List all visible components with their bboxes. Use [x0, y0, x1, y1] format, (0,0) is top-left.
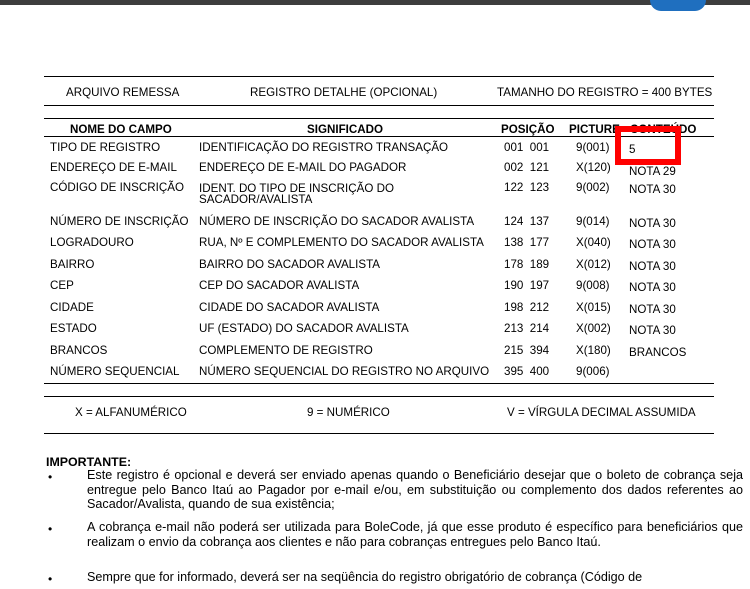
row-posicao: 198 212 — [504, 301, 550, 314]
row-conteudo: NOTA 30 — [629, 303, 676, 316]
row-campo: LOGRADOURO — [50, 236, 134, 249]
row-campo: NÚMERO SEQUENCIAL — [50, 365, 180, 378]
row-posicao: 124 137 — [504, 215, 550, 228]
legend-bottom-rule — [44, 433, 714, 434]
row-significado: IDENTIFICAÇÃO DO REGISTRO TRANSAÇÃO — [199, 141, 449, 154]
row-posicao: 215 394 — [504, 344, 550, 357]
row-conteudo: NOTA 30 — [629, 238, 676, 251]
bullet-glyph: • — [48, 522, 53, 536]
row-picture: 9(002) — [576, 181, 610, 194]
col-header-nome: NOME DO CAMPO — [70, 123, 172, 136]
legend-numerico: 9 = NUMÉRICO — [307, 406, 390, 419]
row-campo: CIDADE — [50, 301, 94, 314]
row-campo: TIPO DE REGISTRO — [50, 141, 161, 154]
legend-top-rule — [44, 396, 714, 397]
row-conteudo: NOTA 30 — [629, 260, 676, 273]
row-picture: 9(014) — [576, 215, 610, 228]
row-conteudo: NOTA 29 — [629, 165, 676, 178]
header-top-rule — [44, 76, 714, 77]
row-significado: IDENT. DO TIPO DE INSCRIÇÃO DO SACADOR/A… — [199, 182, 394, 206]
header-bottom-rule — [44, 105, 714, 106]
row-picture: X(012) — [576, 258, 611, 271]
table-header-rule — [44, 136, 714, 137]
header-tamanho-registro: TAMANHO DO REGISTRO = 400 BYTES — [497, 86, 713, 99]
viewer-toolbar-button[interactable] — [650, 0, 706, 11]
conteudo-highlight-box — [615, 126, 681, 165]
col-header-posicao: POSIÇÃO — [501, 123, 555, 136]
row-campo: BRANCOS — [50, 344, 108, 357]
row-significado: RUA, Nº E COMPLEMENTO DO SACADOR AVALIST… — [199, 236, 484, 249]
important-bullet: Este registro é opcional e deverá ser en… — [87, 468, 743, 512]
bullet-glyph: • — [48, 470, 53, 484]
row-campo: CEP — [50, 279, 74, 292]
row-significado: UF (ESTADO) DO SACADOR AVALISTA — [199, 322, 409, 335]
row-conteudo: NOTA 30 — [629, 183, 676, 196]
row-conteudo: NOTA 30 — [629, 281, 676, 294]
legend-alfanumerico: X = ALFANUMÉRICO — [75, 406, 187, 419]
row-picture: 9(008) — [576, 279, 610, 292]
row-significado: CEP DO SACADOR AVALISTA — [199, 279, 360, 292]
row-significado: NÚMERO SEQUENCIAL DO REGISTRO NO ARQUIVO — [199, 365, 490, 378]
row-campo: ESTADO — [50, 322, 97, 335]
header-arquivo-remessa: ARQUIVO REMESSA — [66, 86, 180, 99]
legend-virgula-decimal: V = VÍRGULA DECIMAL ASSUMIDA — [507, 406, 696, 419]
table-bottom-rule — [44, 383, 714, 384]
row-posicao: 395 400 — [504, 365, 550, 378]
row-picture: X(120) — [576, 161, 611, 174]
row-picture: X(002) — [576, 322, 611, 335]
col-header-picture: PICTURE — [569, 123, 620, 136]
row-posicao: 001 001 — [504, 141, 550, 154]
row-conteudo: BRANCOS — [629, 346, 687, 359]
row-posicao: 122 123 — [504, 181, 550, 194]
row-significado: NÚMERO DE INSCRIÇÃO DO SACADOR AVALISTA — [199, 215, 475, 228]
row-campo: ENDEREÇO DE E-MAIL — [50, 161, 177, 174]
row-posicao: 178 189 — [504, 258, 550, 271]
row-picture: X(040) — [576, 236, 611, 249]
important-bullet: Sempre que for informado, deverá ser na … — [87, 570, 643, 584]
important-bullet: A cobrança e-mail não poderá ser utiliza… — [87, 520, 743, 549]
row-campo: CÓDIGO DE INSCRIÇÃO — [50, 181, 184, 194]
row-picture: 9(006) — [576, 365, 610, 378]
row-posicao: 213 214 — [504, 322, 550, 335]
row-campo: NÚMERO DE INSCRIÇÃO — [50, 215, 189, 228]
row-significado: COMPLEMENTO DE REGISTRO — [199, 344, 373, 357]
row-significado: BAIRRO DO SACADOR AVALISTA — [199, 258, 381, 271]
row-significado: ENDEREÇO DE E-MAIL DO PAGADOR — [199, 161, 407, 174]
header-registro-detalhe: REGISTRO DETALHE (OPCIONAL) — [250, 86, 438, 99]
row-conteudo: NOTA 30 — [629, 324, 676, 337]
viewer-top-bar — [0, 0, 750, 5]
row-posicao: 002 121 — [504, 161, 550, 174]
row-campo: BAIRRO — [50, 258, 95, 271]
row-picture: X(180) — [576, 344, 611, 357]
row-posicao: 190 197 — [504, 279, 550, 292]
important-title: IMPORTANTE: — [46, 455, 132, 469]
row-conteudo: NOTA 30 — [629, 217, 676, 230]
row-posicao: 138 177 — [504, 236, 550, 249]
bullet-glyph: • — [48, 572, 53, 586]
row-picture: X(015) — [576, 301, 611, 314]
table-top-rule — [44, 118, 714, 119]
row-picture: 9(001) — [576, 141, 610, 154]
row-significado: CIDADE DO SACADOR AVALISTA — [199, 301, 380, 314]
col-header-significado: SIGNIFICADO — [307, 123, 384, 136]
